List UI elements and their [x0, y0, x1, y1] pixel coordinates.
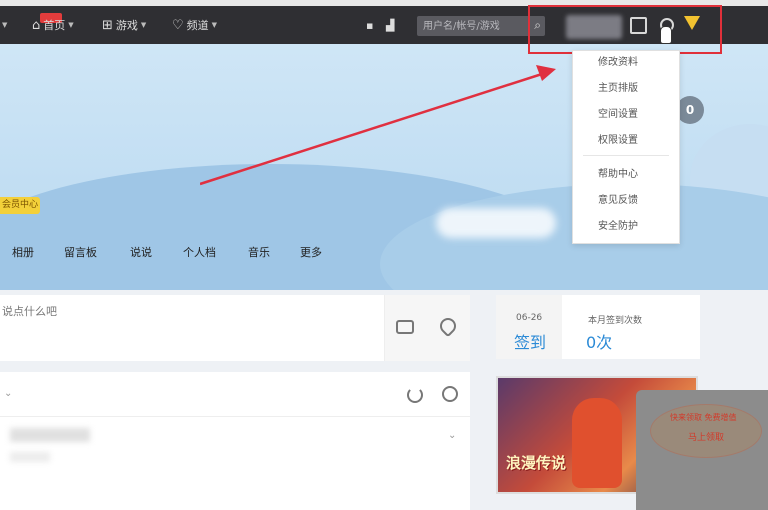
nav-item-home[interactable]: ⌂ 首页 ▼ — [32, 6, 74, 44]
vip-badge[interactable]: 会员中心 — [0, 197, 40, 214]
visitor-count-badge: 0 — [676, 96, 704, 124]
dropdown-item-help-center[interactable]: 帮助中心 — [573, 163, 679, 187]
dropdown-item-security[interactable]: 安全防护 — [573, 215, 679, 239]
chart-icon[interactable]: ▟ — [386, 6, 394, 44]
feed-item-blurred — [10, 428, 90, 442]
feed-item-blurred — [10, 452, 50, 462]
feed-panel: ⌄ ⌄ — [0, 372, 470, 510]
annotation-highlight-box — [528, 5, 722, 54]
dropdown-item-permission-settings[interactable]: 权限设置 — [573, 129, 679, 153]
chevron-down-icon[interactable]: ⌄ — [4, 388, 12, 399]
chevron-down-icon: ▼ — [211, 21, 218, 29]
dropdown-item-layout[interactable]: 主页排版 — [573, 77, 679, 101]
camera-icon[interactable] — [396, 320, 414, 334]
tab-more[interactable]: 更多 — [300, 244, 322, 260]
composer-placeholder: 说点什么吧 — [2, 305, 57, 318]
tab-guestbook[interactable]: 留言板 — [64, 244, 97, 260]
tab-photos[interactable]: 相册 — [12, 244, 34, 260]
nav-item-games-label: 游戏 — [115, 19, 138, 32]
signin-date: 06-26 — [516, 313, 543, 323]
shield-icon: ♡ — [172, 17, 184, 33]
annotation-arrow — [200, 65, 556, 186]
chevron-down-icon: ▼ — [140, 21, 147, 29]
promo-popup[interactable]: 快来领取 免费增值 马上领取 — [636, 390, 768, 510]
refresh-icon[interactable] — [407, 387, 423, 403]
promo-popup-line1: 快来领取 免费增值 — [670, 413, 737, 422]
add-icon[interactable] — [442, 386, 458, 402]
nav-item-menu[interactable]: ▼ — [2, 6, 7, 44]
gamepad-icon: ⊞ — [102, 17, 113, 33]
dropdown-item-feedback[interactable]: 意见反馈 — [573, 189, 679, 213]
feed-header: ⌄ — [0, 372, 470, 417]
grid-icon[interactable]: ▪ — [366, 6, 373, 44]
chevron-down-icon[interactable]: ⌄ — [448, 430, 456, 441]
dropdown-item-edit-profile[interactable]: 修改资料 — [573, 51, 679, 75]
tab-profile[interactable]: 个人档 — [183, 244, 216, 260]
nav-item-channels[interactable]: ♡ 频道 ▼ — [172, 6, 217, 44]
composer-divider — [384, 295, 385, 361]
tab-status[interactable]: 说说 — [130, 244, 152, 260]
chevron-down-icon: ▼ — [68, 21, 74, 29]
search-input[interactable] — [417, 16, 529, 36]
search-box: ⌕ — [417, 16, 545, 36]
promo-popup-line2: 马上领取 — [688, 433, 725, 443]
ad-title: 浪漫传说 — [506, 454, 567, 472]
nav-item-home-label: 首页 — [43, 19, 66, 32]
signin-count: 0次 — [586, 333, 613, 352]
tab-music[interactable]: 音乐 — [248, 244, 270, 260]
hand-cursor-icon — [660, 26, 672, 44]
dropdown-divider — [583, 155, 669, 156]
settings-dropdown-menu: 修改资料 主页排版 空间设置 权限设置 帮助中心 意见反馈 安全防护 — [572, 50, 680, 244]
nav-item-games[interactable]: ⊞ 游戏 ▼ — [102, 6, 146, 44]
signin-card: 06-26 签到 本月签到次数 0次 — [496, 295, 700, 359]
nav-item-channels-label: 频道 — [186, 19, 209, 32]
home-icon: ⌂ — [32, 17, 41, 33]
ad-character-image — [572, 398, 622, 488]
signin-month-label: 本月签到次数 — [588, 316, 643, 326]
nav-arrow-icon: ▼ — [2, 21, 8, 29]
dropdown-item-space-settings[interactable]: 空间设置 — [573, 103, 679, 127]
signin-button[interactable]: 签到 — [514, 329, 546, 353]
